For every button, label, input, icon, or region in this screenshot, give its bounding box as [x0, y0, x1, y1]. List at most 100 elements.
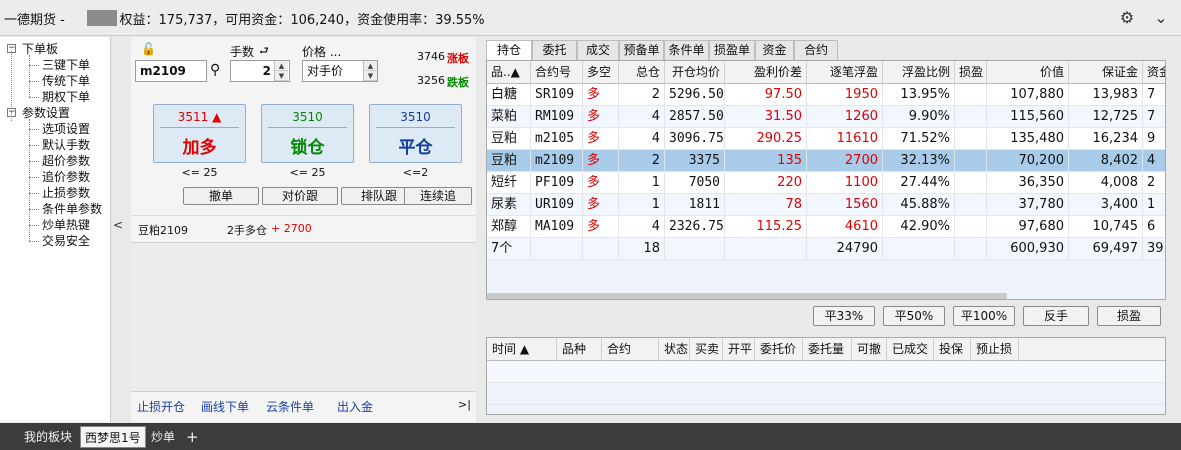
- table-row[interactable]: 豆粕 m2109 多 2 3375 135 2700 32.13% 70,200 8,402 4: [487, 150, 1165, 172]
- tree-item[interactable]: 传统下单: [42, 73, 90, 89]
- settings-icon[interactable]: ⚙: [1116, 7, 1138, 29]
- close-label: 平仓: [398, 138, 433, 158]
- table-cell: MA109: [531, 216, 583, 238]
- close-33-button[interactable]: 平33%: [813, 306, 875, 326]
- stepper-down-icon[interactable]: ▼: [275, 71, 288, 81]
- stop-loss-open-link[interactable]: 止损开仓: [137, 398, 185, 415]
- tree-item[interactable]: 选项设置: [42, 121, 90, 137]
- continuous-chase-button[interactable]: 连续追: [404, 187, 472, 205]
- column-header[interactable]: 已成交: [887, 338, 934, 361]
- qty-reset-icon[interactable]: ⮐: [259, 42, 269, 61]
- column-header[interactable]: 总仓: [619, 61, 665, 84]
- line-order-link[interactable]: 画线下单: [201, 398, 249, 415]
- column-header[interactable]: 开仓均价: [665, 61, 725, 84]
- column-header[interactable]: 保证金: [1069, 61, 1143, 84]
- horizontal-scrollbar[interactable]: [487, 293, 1007, 299]
- tab-my-sectors[interactable]: 我的板块: [24, 426, 72, 448]
- add-long-button[interactable]: 3511 ▲ 加多: [153, 104, 246, 163]
- column-header[interactable]: 损盈: [955, 61, 987, 84]
- column-header[interactable]: 预止损: [971, 338, 1019, 361]
- tab-scalping[interactable]: 炒单: [151, 426, 175, 448]
- reverse-button[interactable]: 反手: [1023, 306, 1089, 326]
- tree-item[interactable]: 止损参数: [42, 185, 90, 201]
- collapse-left-icon[interactable]: <: [113, 218, 123, 232]
- table-cell: [725, 238, 807, 260]
- column-header[interactable]: 委托价: [755, 338, 803, 361]
- lock-position-button[interactable]: 3510 锁仓: [261, 104, 354, 163]
- close-position-button[interactable]: 3510 平仓: [369, 104, 462, 163]
- column-header[interactable]: 价值: [987, 61, 1069, 84]
- qty-stepper[interactable]: ▲ ▼: [274, 61, 288, 81]
- tab-1[interactable]: 委托: [532, 40, 577, 60]
- follow-counter-price-button[interactable]: 对价跟: [262, 187, 338, 205]
- tree-item[interactable]: 超价参数: [42, 153, 90, 169]
- tree-item[interactable]: 追价参数: [42, 169, 90, 185]
- search-icon[interactable]: ⚲: [210, 62, 220, 78]
- stop-profit-button[interactable]: 损盈: [1097, 306, 1161, 326]
- stepper-up-icon[interactable]: ▲: [364, 61, 377, 71]
- expand-icon[interactable]: >|: [458, 398, 471, 411]
- column-header[interactable]: 投保: [934, 338, 971, 361]
- table-row[interactable]: 尿素 UR109 多 1 1811 78 1560 45.88% 37,780 3,400 1: [487, 194, 1165, 216]
- table-row[interactable]: 短纤 PF109 多 1 7050 220 1100 27.44% 36,350 4,008 2: [487, 172, 1165, 194]
- column-header[interactable]: 品种: [557, 338, 602, 361]
- column-header[interactable]: 时间 ▲: [487, 338, 557, 361]
- tab-0[interactable]: 持仓: [486, 40, 532, 61]
- table-row[interactable]: 豆粕 m2105 多 4 3096.75 290.25 11610 71.52% 135,480…: [487, 128, 1165, 150]
- column-header[interactable]: 资金: [1143, 61, 1165, 84]
- chevron-down-icon[interactable]: ⌄: [1150, 7, 1172, 29]
- table-row[interactable]: 白糖 SR109 多 2 5296.50 97.50 1950 13.95% 107,880 13…: [487, 84, 1165, 106]
- table-cell: 2326.75: [665, 216, 725, 238]
- tab-ximengsi-1[interactable]: 西梦思1号: [80, 426, 146, 448]
- column-header[interactable]: 合约: [602, 338, 659, 361]
- table-cell: 菜粕: [487, 106, 531, 128]
- tab-2[interactable]: 成交: [577, 40, 619, 60]
- column-header[interactable]: 状态: [659, 338, 690, 361]
- table-cell: 71.52%: [883, 128, 955, 150]
- tree-item[interactable]: 交易安全: [42, 233, 90, 249]
- lock-limit: <= 25: [289, 166, 326, 179]
- tree-item[interactable]: 炒单热键: [42, 217, 90, 233]
- tab-3[interactable]: 预备单: [619, 40, 664, 60]
- close-50-button[interactable]: 平50%: [883, 306, 945, 326]
- fund-transfer-link[interactable]: 出入金: [337, 398, 373, 415]
- table-cell: [955, 194, 987, 216]
- table-row[interactable]: 郑醇 MA109 多 4 2326.75 115.25 4610 42.90% 97,680 10…: [487, 216, 1165, 238]
- table-cell: RM109: [531, 106, 583, 128]
- price-stepper[interactable]: ▲ ▼: [363, 61, 377, 81]
- column-header[interactable]: 开平: [723, 338, 755, 361]
- usage-value: 39.55%: [435, 13, 485, 28]
- add-tab-icon[interactable]: +: [186, 426, 199, 448]
- column-header[interactable]: 买卖: [690, 338, 723, 361]
- tree-item[interactable]: 条件单参数: [42, 201, 102, 217]
- table-cell: 多: [583, 128, 619, 150]
- column-header[interactable]: 合约号: [531, 61, 583, 84]
- contract-input[interactable]: m2109: [135, 60, 207, 82]
- table-row[interactable]: 菜粕 RM109 多 4 2857.50 31.50 1260 9.90% 115,560 12,…: [487, 106, 1165, 128]
- column-header[interactable]: 品..▲: [487, 61, 531, 84]
- tree-item[interactable]: 默认手数: [42, 137, 90, 153]
- tab-4[interactable]: 条件单: [664, 40, 709, 60]
- table-cell: 70,200: [987, 150, 1069, 172]
- column-header[interactable]: 可撤: [852, 338, 887, 361]
- tab-6[interactable]: 资金: [755, 40, 794, 60]
- stepper-down-icon[interactable]: ▼: [364, 71, 377, 81]
- close-100-button[interactable]: 平100%: [953, 306, 1015, 326]
- cancel-order-button[interactable]: 撤单: [183, 187, 259, 205]
- tree-group-label[interactable]: 下单板: [22, 41, 58, 57]
- column-header-filler: [1019, 338, 1165, 361]
- tree-item[interactable]: 期权下单: [42, 89, 90, 105]
- cloud-condition-link[interactable]: 云条件单: [266, 398, 314, 415]
- table-cell: [883, 238, 955, 260]
- tab-7[interactable]: 合约: [794, 40, 838, 60]
- tab-5[interactable]: 损盈单: [709, 40, 755, 60]
- column-header[interactable]: 委托量: [803, 338, 852, 361]
- tree-item[interactable]: 三键下单: [42, 57, 90, 73]
- column-header[interactable]: 逐笔浮盈: [807, 61, 883, 84]
- price-label[interactable]: 价格 ...: [302, 43, 341, 60]
- column-header[interactable]: 盈利价差: [725, 61, 807, 84]
- lock-icon[interactable]: 🔓: [141, 42, 156, 56]
- column-header[interactable]: 多空: [583, 61, 619, 84]
- column-header[interactable]: 浮盈比例: [883, 61, 955, 84]
- stepper-up-icon[interactable]: ▲: [275, 61, 288, 71]
